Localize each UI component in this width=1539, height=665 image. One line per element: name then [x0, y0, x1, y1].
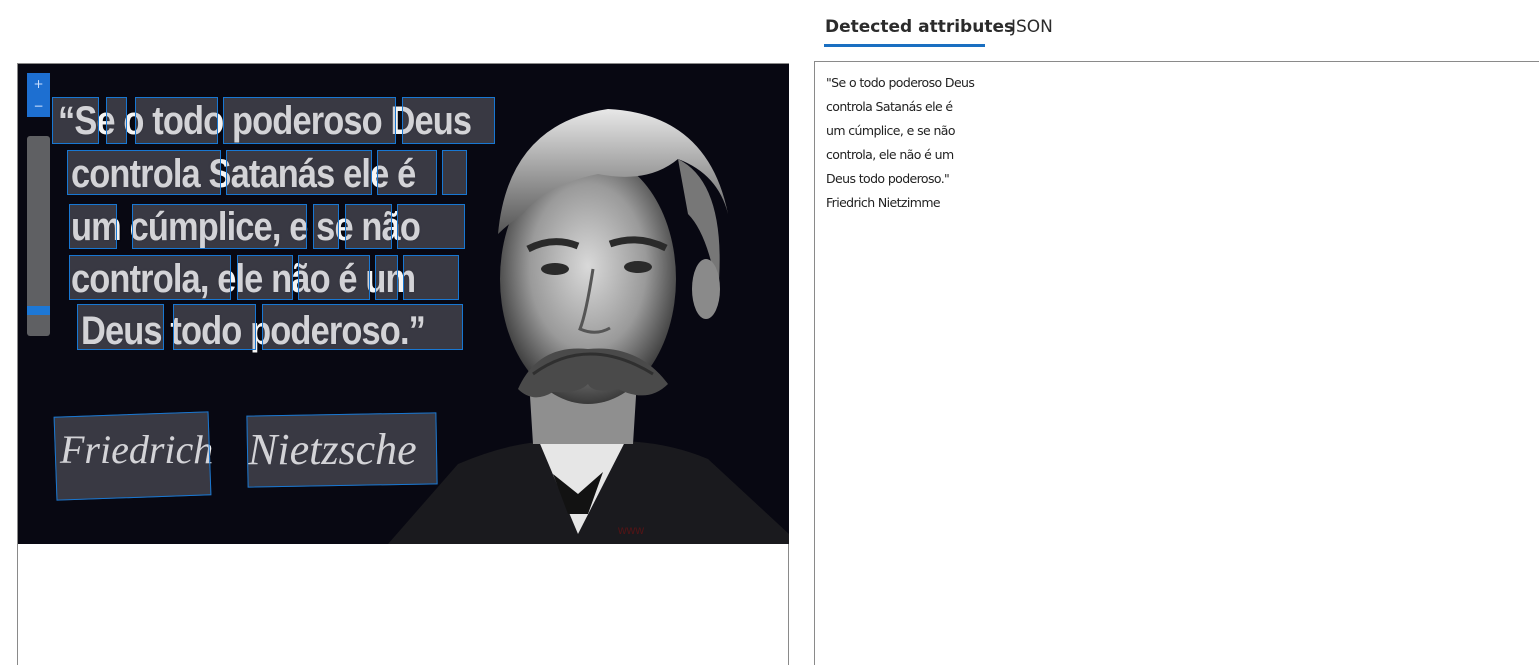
word-bounding-box: [173, 304, 256, 350]
word-bounding-box: [135, 97, 218, 144]
word-bounding-box: [226, 150, 372, 195]
word-bounding-box: [377, 150, 437, 195]
detected-line: um cúmplice, e se não: [826, 123, 956, 138]
word-bounding-box: [442, 150, 467, 195]
detected-text-panel: "Se o todo poderoso Deus controla Sataná…: [814, 61, 1539, 665]
word-bounding-box: [132, 204, 307, 249]
word-bounding-box: [52, 97, 99, 144]
image-viewer[interactable]: www “Se o todo poderoso Deus controla Sa…: [17, 63, 789, 665]
detected-line: controla, ele não é um: [826, 147, 954, 162]
word-bounding-box: [77, 304, 164, 350]
word-bounding-box: [403, 255, 459, 300]
detected-line: "Se o todo poderoso Deus: [826, 75, 975, 90]
word-bounding-box: [223, 97, 396, 144]
detected-line: Deus todo poderoso.": [826, 171, 950, 186]
zoom-in-button[interactable]: +: [27, 73, 50, 95]
detected-line: controla Satanás ele é: [826, 99, 953, 114]
svg-text:www: www: [617, 523, 644, 537]
zoom-out-button[interactable]: −: [27, 95, 50, 117]
word-bounding-box: [375, 255, 398, 300]
word-bounding-box: [397, 204, 465, 249]
tab-json[interactable]: JSON: [1011, 17, 1053, 48]
zoom-slider-thumb[interactable]: [27, 306, 50, 315]
analyzed-image: www “Se o todo poderoso Deus controla Sa…: [18, 64, 789, 544]
word-bounding-box: [67, 150, 221, 195]
detected-text: "Se o todo poderoso Deus controla Sataná…: [826, 71, 975, 215]
active-tab-indicator: [824, 44, 985, 47]
word-bounding-box: [237, 255, 293, 300]
detected-line: Friedrich Nietzimme: [826, 195, 941, 210]
word-bounding-box: [402, 97, 495, 144]
zoom-slider-track[interactable]: [27, 136, 50, 336]
word-bounding-box: [313, 204, 339, 249]
word-bounding-box: [69, 204, 117, 249]
word-bounding-box: [53, 411, 212, 501]
word-bounding-box: [69, 255, 231, 300]
word-bounding-box: [262, 304, 463, 350]
word-bounding-box: [246, 412, 438, 488]
word-bounding-box: [106, 97, 127, 144]
word-bounding-box: [298, 255, 370, 300]
zoom-control[interactable]: + −: [27, 73, 50, 336]
word-bounding-box: [345, 204, 392, 249]
